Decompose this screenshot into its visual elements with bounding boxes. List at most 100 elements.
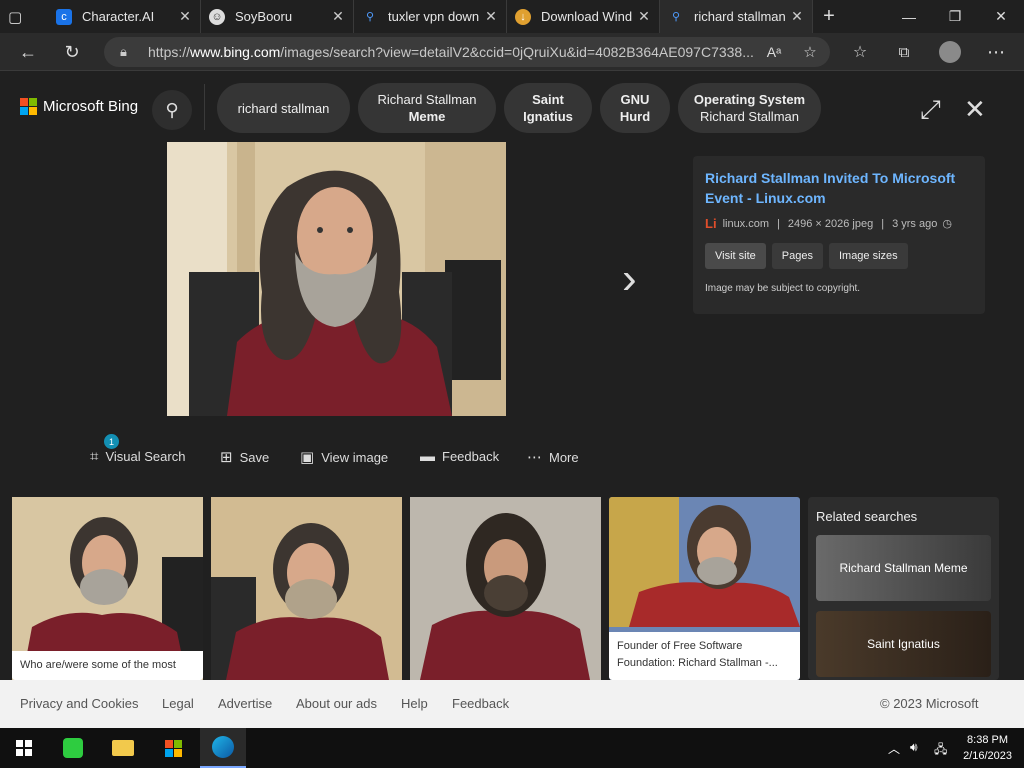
image-title-link[interactable]: Richard Stallman Invited To Microsoft Ev… — [705, 168, 973, 208]
chip-gnu-hurd[interactable]: GNU Hurd — [600, 83, 670, 133]
url-path: /images/search?view=detailV2&ccid=0jQrui… — [280, 44, 754, 60]
taskbar-file-explorer[interactable] — [108, 734, 138, 762]
footer-link-privacy[interactable]: Privacy and Cookies — [20, 696, 139, 711]
chip-label-bold: Meme — [408, 109, 446, 124]
related-search-saint-ignatius[interactable]: Saint Ignatius — [816, 611, 991, 677]
lock-icon: 🔒︎ — [120, 44, 127, 59]
taskbar-store[interactable] — [158, 734, 188, 762]
visual-search-button[interactable]: ⌗ Visual Search — [90, 448, 185, 465]
action-label: More — [549, 449, 579, 465]
close-viewer-button[interactable]: ✕ — [964, 94, 986, 125]
visit-site-button[interactable]: Visit site — [705, 243, 766, 269]
bing-search-icon: ⚲ — [671, 11, 681, 23]
image-dimensions: 2496 × 2026 jpeg — [787, 217, 874, 230]
refresh-icon: ↻ — [64, 41, 80, 62]
tab-close-icon[interactable]: ✕ — [790, 8, 804, 25]
chevron-right-icon: › — [622, 254, 637, 303]
chip-richard-stallman-meme[interactable]: Richard Stallman Meme — [358, 83, 496, 133]
tab-characterai[interactable]: c Character.AI ✕ — [48, 0, 201, 33]
read-aloud-icon: A͏ᵃ — [766, 44, 782, 60]
divider — [204, 84, 205, 130]
image-meta: Li linux.com | 2496 × 2026 jpeg | 3 yrs … — [705, 216, 973, 231]
more-dots-icon: ⋯ — [987, 41, 1005, 62]
star-plus-icon: ☆ — [803, 44, 817, 61]
image-viewer: › Richard Stallman Invited To Microsoft … — [0, 142, 1024, 497]
minimize-button[interactable]: — — [886, 0, 932, 33]
tab-actions-button[interactable]: ▢ — [0, 0, 48, 33]
next-image-button[interactable]: › — [622, 254, 637, 304]
image-age: 3 yrs ago — [892, 217, 938, 230]
download-site-icon: ↓ — [515, 8, 531, 25]
bing-logo[interactable]: Microsoft Bing — [20, 98, 138, 115]
site-name[interactable]: linux.com — [723, 218, 769, 230]
soybooru-icon: ☺ — [209, 8, 225, 25]
url-host: www.bing.com — [190, 44, 281, 60]
view-image-button[interactable]: ▣ View image — [300, 448, 388, 466]
chip-saint-ignatius[interactable]: Saint Ignatius — [504, 83, 592, 133]
logo-text: Microsoft Bing — [43, 98, 139, 115]
read-aloud-button[interactable]: A͏ᵃ — [760, 40, 788, 64]
pages-button[interactable]: Pages — [771, 243, 823, 269]
footer-link-feedback[interactable]: Feedback — [452, 696, 509, 711]
action-label: Feedback — [442, 449, 500, 464]
new-tab-button[interactable]: + — [806, 0, 852, 33]
meta-separator: | — [881, 217, 885, 230]
chip-richard-stallman[interactable]: richard stallman — [217, 83, 350, 133]
footer-link-about-ads[interactable]: About our ads — [296, 696, 377, 711]
related-search-richard-stallman-meme[interactable]: Richard Stallman Meme — [816, 535, 991, 601]
thumbnail[interactable]: Founder of Free Software Foundation: Ric… — [609, 497, 800, 680]
tab-actions-icon: ▢ — [8, 8, 23, 26]
close-window-button[interactable]: ✕ — [978, 0, 1024, 33]
footer-link-advertise[interactable]: Advertise — [218, 696, 272, 711]
feedback-icon: ▬ — [420, 448, 435, 465]
back-button[interactable]: ← — [14, 40, 42, 64]
tab-close-icon[interactable]: ✕ — [637, 8, 651, 25]
main-image[interactable] — [167, 142, 506, 416]
thumbnail[interactable] — [410, 497, 601, 680]
tab-tuxler[interactable]: ⚲ tuxler vpn down ✕ — [354, 0, 507, 33]
tab-close-icon[interactable]: ✕ — [331, 8, 345, 25]
network-icon[interactable]: 🖧︎ — [934, 740, 947, 761]
thumbnail-image — [211, 497, 402, 680]
related-search-label: Saint Ignatius — [867, 637, 940, 651]
restore-icon: ❐ — [948, 8, 962, 24]
favorites-button[interactable]: ☆ — [846, 40, 874, 64]
tab-close-icon[interactable]: ✕ — [178, 8, 192, 25]
tab-richard-stallman[interactable]: ⚲ richard stallman ✕ — [660, 0, 813, 33]
chevron-up-icon[interactable]: ︿ — [888, 740, 900, 757]
thumbnail-image — [410, 497, 601, 680]
footer-link-help[interactable]: Help — [401, 696, 428, 711]
footer-copyright: © 2023 Microsoft — [880, 696, 979, 711]
chip-operating-system[interactable]: Operating System Richard Stallman — [678, 83, 821, 133]
expand-button[interactable]: ⤢ — [920, 94, 941, 126]
tab-close-icon[interactable]: ✕ — [484, 8, 498, 25]
volume-icon[interactable]: 🔊︎ — [910, 740, 918, 755]
image-sizes-button[interactable]: Image sizes — [828, 243, 908, 269]
chip-label-bold: Hurd — [619, 109, 651, 124]
address-bar[interactable]: 🔒︎ https://www.bing.com/images/search?vi… — [104, 37, 830, 67]
collections-button[interactable]: ⧉ — [890, 40, 918, 64]
notes-app-icon — [63, 738, 83, 758]
tab-strip: ▢ c Character.AI ✕ ☺ SoyBooru ✕ ⚲ tuxler… — [0, 0, 1024, 33]
feedback-button[interactable]: ▬ Feedback — [420, 448, 499, 465]
folder-icon — [112, 740, 134, 756]
add-favorite-button[interactable]: ☆ — [796, 40, 824, 64]
more-button[interactable]: ⋯ More — [527, 448, 579, 466]
tab-download-windows[interactable]: ↓ Download Wind ✕ — [507, 0, 660, 33]
refresh-button[interactable]: ↻ — [58, 40, 86, 64]
tab-soybooru[interactable]: ☺ SoyBooru ✕ — [201, 0, 354, 33]
thumbnail-caption: Who are/were some of the most — [12, 651, 203, 680]
restore-button[interactable]: ❐ — [932, 0, 978, 33]
taskbar-notes-app[interactable] — [58, 734, 88, 762]
profile-button[interactable] — [936, 40, 964, 64]
search-button[interactable]: ⚲ — [152, 90, 192, 130]
taskbar-edge[interactable] — [200, 728, 246, 768]
save-button[interactable]: ⊞ Save — [220, 448, 269, 466]
settings-menu-button[interactable]: ⋯ — [982, 40, 1010, 64]
start-button[interactable] — [9, 734, 39, 762]
chip-label-bold: Ignatius — [523, 109, 573, 124]
footer-link-legal[interactable]: Legal — [162, 696, 194, 711]
system-clock[interactable]: 8:38 PM 2/16/2023 — [963, 732, 1012, 764]
thumbnail[interactable] — [211, 497, 402, 680]
thumbnail[interactable]: Who are/were some of the most — [12, 497, 203, 680]
